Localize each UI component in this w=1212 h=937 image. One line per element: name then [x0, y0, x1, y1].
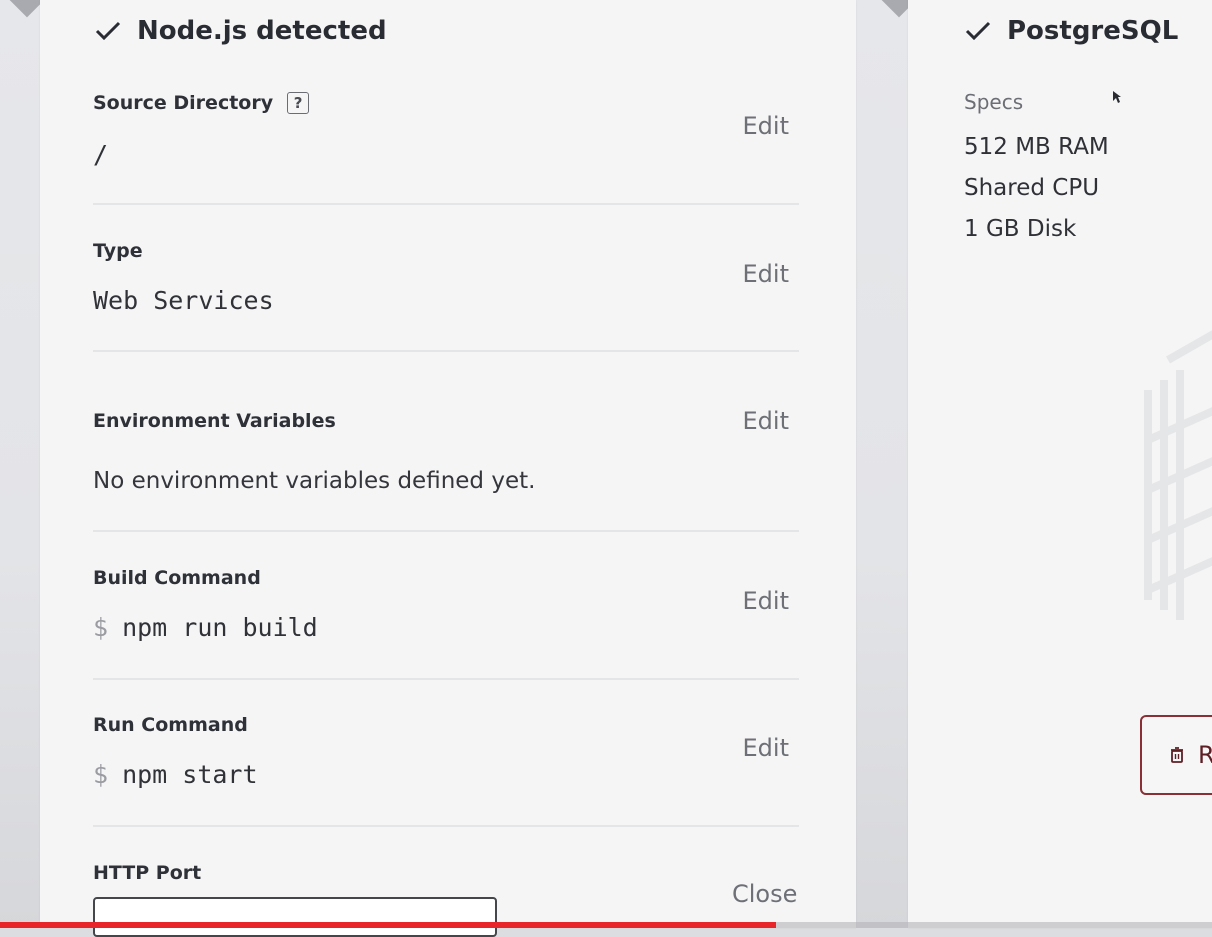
http-port-section: HTTP Port	[93, 862, 799, 892]
build-command-value: $ npm run build	[93, 613, 318, 642]
type-label: Type	[93, 240, 143, 262]
spec-cpu: Shared CPU	[964, 175, 1100, 201]
build-command-section: Build Command $ npm run build Edit	[93, 567, 799, 667]
check-icon	[95, 21, 121, 41]
build-command-text: npm run build	[122, 613, 318, 642]
help-icon[interactable]: ?	[287, 92, 310, 114]
run-command-edit-link[interactable]: Edit	[743, 734, 789, 762]
mouse-cursor-icon	[1113, 91, 1121, 103]
background-left	[0, 0, 46, 928]
type-value: Web Services	[93, 286, 274, 315]
environment-variables-empty-text: No environment variables defined yet.	[93, 468, 536, 494]
environment-variables-label: Environment Variables	[93, 410, 336, 432]
service-card: Node.js detected Source Directory ? / Ed…	[40, 0, 856, 937]
service-card-header: Node.js detected	[93, 16, 387, 46]
http-port-input[interactable]	[93, 897, 497, 937]
background-gap	[856, 0, 918, 928]
type-edit-link[interactable]: Edit	[743, 260, 789, 288]
trash-icon	[1171, 747, 1183, 763]
source-directory-value: /	[93, 140, 109, 169]
spec-ram: 512 MB RAM	[964, 134, 1109, 160]
database-card-header: PostgreSQL	[963, 16, 1178, 46]
source-directory-edit-link[interactable]: Edit	[743, 112, 789, 140]
video-progress-fill	[0, 922, 776, 928]
divider	[93, 678, 799, 680]
build-command-edit-link[interactable]: Edit	[743, 587, 789, 615]
spec-disk: 1 GB Disk	[964, 216, 1077, 242]
source-directory-section: Source Directory ? / Edit	[93, 92, 799, 192]
run-command-value: $ npm start	[93, 760, 258, 789]
database-watermark-icon	[1144, 330, 1212, 620]
run-command-section: Run Command $ npm start Edit	[93, 714, 799, 814]
remove-database-button[interactable]: R	[1140, 715, 1212, 795]
video-progress-bar[interactable]	[0, 922, 1212, 928]
remove-database-label: R	[1198, 741, 1212, 769]
check-icon	[965, 21, 991, 41]
divider	[93, 825, 799, 827]
divider	[93, 203, 799, 205]
source-directory-label: Source Directory	[93, 92, 274, 114]
source-directory-label-row: Source Directory ?	[93, 92, 310, 114]
run-command-text: npm start	[122, 760, 258, 789]
run-command-label: Run Command	[93, 714, 248, 736]
shell-prompt: $	[93, 760, 109, 789]
service-card-title: Node.js detected	[137, 16, 387, 46]
build-command-label: Build Command	[93, 567, 261, 589]
http-port-close-link[interactable]: Close	[732, 880, 797, 908]
database-card-title: PostgreSQL	[1007, 16, 1179, 46]
environment-variables-edit-link[interactable]: Edit	[743, 407, 789, 435]
divider	[93, 530, 799, 532]
environment-variables-section: Environment Variables No environment var…	[93, 407, 799, 510]
specs-label: Specs	[964, 90, 1024, 114]
http-port-label: HTTP Port	[93, 862, 202, 884]
shell-prompt: $	[93, 613, 109, 642]
database-card: PostgreSQL Specs 512 MB RAM Shared CPU 1…	[908, 0, 1212, 928]
type-section: Type Web Services Edit	[93, 240, 799, 340]
divider	[93, 350, 799, 352]
